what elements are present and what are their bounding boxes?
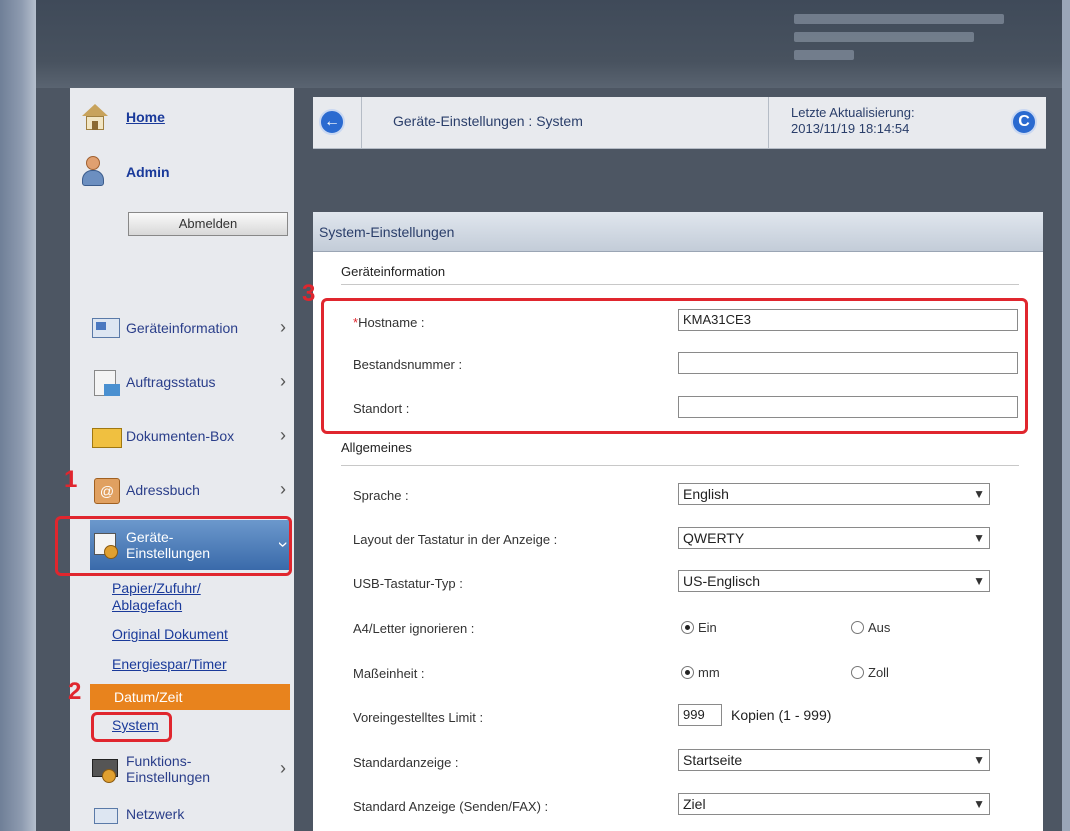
radio-selected-icon (681, 666, 694, 679)
chevron-right-icon: › (280, 317, 286, 337)
device-info-icon (90, 312, 124, 344)
unit-inch-label: Zoll (868, 665, 889, 680)
annotation-number-2: 2 (68, 678, 82, 705)
header-bar: ← Geräte-Einstellungen : System Letzte A… (313, 97, 1046, 149)
address-book-icon: @ (90, 474, 124, 506)
language-select-value: English (683, 486, 729, 502)
radio-icon (851, 666, 864, 679)
a4-on-label: Ein (698, 620, 717, 635)
usb-keyboard-label: USB-Tastatur-Typ : (353, 576, 463, 591)
unit-mm-label: mm (698, 665, 720, 680)
radio-selected-icon (681, 621, 694, 634)
usb-keyboard-value: US-Englisch (683, 573, 761, 589)
nav-function-settings[interactable]: Funktions- Einstellungen › (90, 746, 290, 792)
document-box-icon (90, 420, 124, 452)
logout-button[interactable]: Abmelden (128, 212, 288, 236)
chevron-right-icon: › (280, 371, 286, 391)
window-frame-right (1062, 0, 1070, 831)
default-screen-select[interactable]: Startseite ▼ (678, 749, 990, 771)
chevron-down-icon: ▼ (973, 574, 985, 588)
nav-device-info[interactable]: Geräteinformation › (90, 305, 290, 351)
job-status-icon (90, 366, 124, 398)
admin-row: Admin (80, 156, 170, 188)
home-link[interactable]: Home (126, 109, 165, 125)
language-label: Sprache : (353, 488, 409, 503)
sublink-paper[interactable]: Papier/Zufuhr/ Ablagefach (112, 580, 201, 614)
sublink-datetime-label: Datum/Zeit (114, 689, 183, 705)
default-send-screen-label: Standard Anzeige (Senden/FAX) : (353, 799, 549, 814)
nav-network-label: Netzwerk (126, 806, 185, 822)
unit-label: Maßeinheit : (353, 666, 425, 681)
nav-document-box-label: Dokumenten-Box (126, 428, 235, 444)
nav-function-settings-label: Funktions- Einstellungen (126, 753, 211, 785)
unit-mm-radio[interactable]: mm (681, 665, 720, 680)
a4-on-radio[interactable]: Ein (681, 620, 717, 635)
last-update-value: 2013/11/19 18:14:54 (791, 121, 910, 136)
chevron-down-icon: ▼ (973, 487, 985, 501)
sublink-original[interactable]: Original Dokument (112, 626, 228, 642)
nav-address-book[interactable]: @ Adressbuch › (90, 467, 290, 513)
limit-field[interactable]: 999 (678, 704, 722, 726)
top-banner (36, 0, 1062, 88)
nav-device-info-label: Geräteinformation (126, 320, 239, 336)
section-device-info: Geräteinformation (341, 264, 446, 279)
default-screen-label: Standardanzeige : (353, 755, 459, 770)
radio-icon (851, 621, 864, 634)
annotation-number-3: 3 (302, 280, 316, 307)
chevron-down-icon: ▼ (973, 753, 985, 767)
chevron-down-icon: ▼ (973, 797, 985, 811)
usb-keyboard-select[interactable]: US-Englisch ▼ (678, 570, 990, 592)
highlight-box-device-settings (55, 516, 292, 576)
sublink-energy[interactable]: Energiespar/Timer (112, 656, 227, 672)
nav-network[interactable]: Netzwerk (90, 804, 290, 831)
limit-suffix: Kopien (1 - 999) (731, 707, 832, 723)
limit-label: Voreingestelltes Limit : (353, 710, 484, 725)
chevron-down-icon: ▼ (973, 531, 985, 545)
nav-job-status-label: Auftragsstatus (126, 374, 216, 390)
keyboard-layout-label: Layout der Tastatur in der Anzeige : (353, 532, 558, 547)
back-arrow-icon[interactable]: ← (319, 109, 345, 135)
a4-off-radio[interactable]: Aus (851, 620, 890, 635)
default-send-screen-select[interactable]: Ziel ▼ (678, 793, 990, 815)
language-select[interactable]: English ▼ (678, 483, 990, 505)
chevron-right-icon: › (280, 479, 286, 499)
home-icon (80, 102, 110, 132)
user-icon (80, 156, 106, 188)
home-row[interactable]: Home (80, 102, 165, 132)
last-update-label: Letzte Aktualisierung: (791, 105, 915, 120)
a4-off-label: Aus (868, 620, 891, 635)
annotation-number-1: 1 (64, 466, 78, 493)
keyboard-layout-select[interactable]: QWERTY ▼ (678, 527, 990, 549)
window-frame-left (0, 0, 36, 831)
highlight-box-system (91, 712, 172, 742)
divider (341, 465, 1019, 466)
device-info-blurred (794, 14, 1014, 68)
network-icon (90, 804, 124, 828)
section-general: Allgemeines (341, 440, 412, 455)
unit-inch-radio[interactable]: Zoll (851, 665, 889, 680)
panel-title: System-Einstellungen (313, 212, 1043, 252)
admin-label: Admin (126, 164, 170, 180)
refresh-icon[interactable]: C (1011, 109, 1037, 135)
breadcrumb: Geräte-Einstellungen : System (393, 113, 583, 129)
chevron-right-icon: › (280, 425, 286, 445)
nav-address-book-label: Adressbuch (126, 482, 200, 498)
default-screen-value: Startseite (683, 752, 743, 768)
nav-document-box[interactable]: Dokumenten-Box › (90, 413, 290, 459)
nav-job-status[interactable]: Auftragsstatus › (90, 359, 290, 405)
default-send-screen-value: Ziel (683, 796, 706, 812)
keyboard-layout-value: QWERTY (683, 530, 745, 546)
chevron-right-icon: › (280, 758, 286, 778)
divider (341, 284, 1019, 285)
function-settings-icon (90, 753, 124, 785)
a4-letter-label: A4/Letter ignorieren : (353, 621, 475, 636)
highlight-box-device-info (321, 298, 1028, 434)
sublink-datetime[interactable]: Datum/Zeit (90, 684, 290, 710)
